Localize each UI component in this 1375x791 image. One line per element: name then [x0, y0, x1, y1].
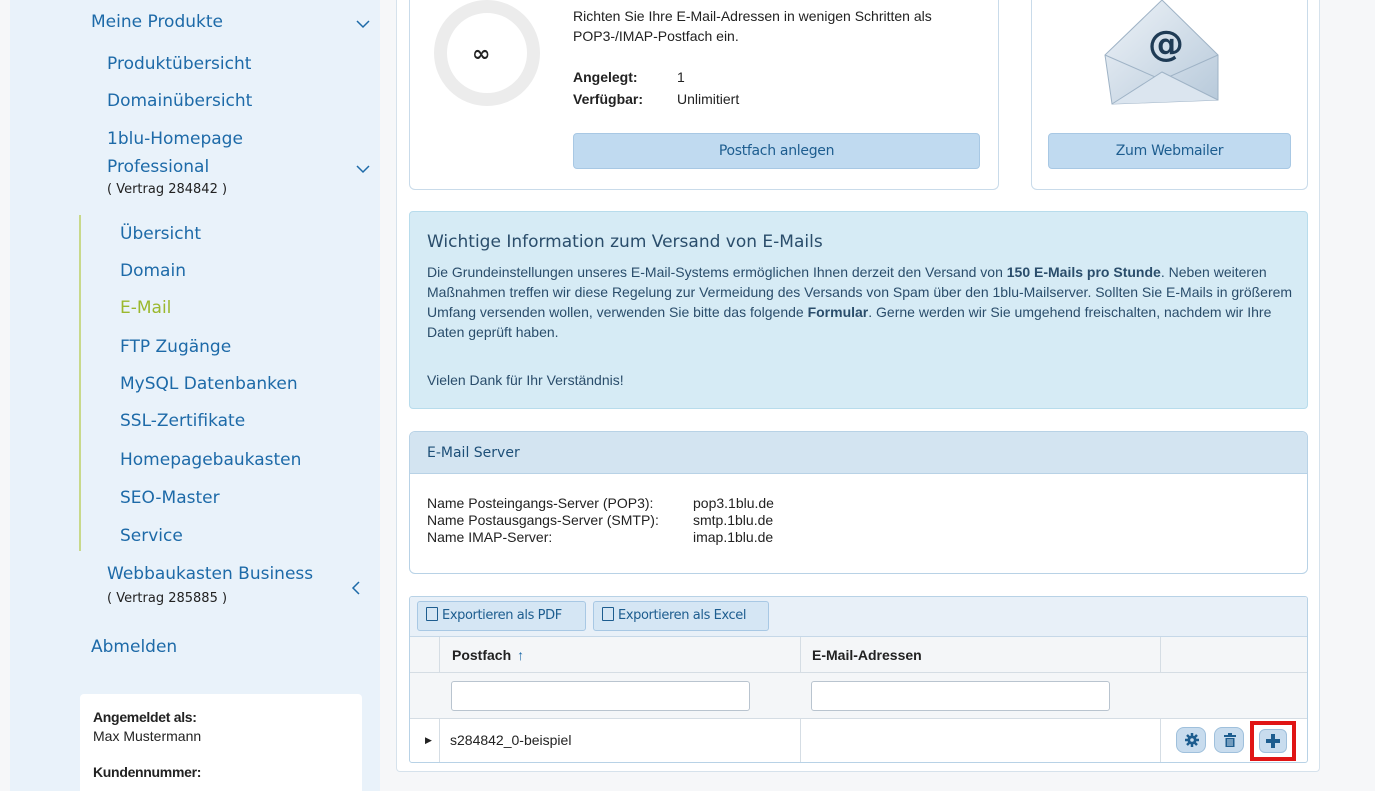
- postfach-grid: Exportieren als PDF Exportieren als Exce…: [409, 596, 1308, 763]
- filter-postfach-input[interactable]: [451, 681, 750, 711]
- imap-label: Name IMAP-Server:: [427, 529, 553, 545]
- expand-row-icon[interactable]: ▶: [425, 735, 432, 746]
- formular-link[interactable]: Formular: [808, 304, 869, 320]
- sidebar-item-homepagebaukasten[interactable]: Homepagebaukasten: [120, 450, 301, 470]
- postfach-description: Richten Sie Ihre E-Mail-Adressen in weni…: [573, 8, 932, 44]
- info-thanks: Vielen Dank für Ihr Verständnis!: [427, 372, 624, 388]
- angelegt-label: Angelegt:: [573, 69, 638, 85]
- sidebar-item-ssl[interactable]: SSL-Zertifikate: [120, 411, 245, 431]
- chevron-left-icon[interactable]: [349, 580, 365, 596]
- nav-homepage-line2[interactable]: Professional: [107, 157, 209, 177]
- sidebar-item-service[interactable]: Service: [120, 526, 183, 546]
- add-button-inner: [1259, 729, 1287, 753]
- nav-domainuebersicht[interactable]: Domainübersicht: [107, 91, 252, 111]
- sidebar-item-domain[interactable]: Domain: [120, 261, 186, 281]
- export-excel-label: Exportieren als Excel: [618, 608, 747, 623]
- smtp-label: Name Postausgangs-Server (SMTP):: [427, 512, 659, 528]
- export-pdf-button[interactable]: Exportieren als PDF: [417, 601, 586, 631]
- pop3-value: pop3.1blu.de: [693, 495, 774, 511]
- nav-homepage-line1[interactable]: 1blu-Homepage: [107, 129, 243, 149]
- sidebar-item-uebersicht[interactable]: Übersicht: [120, 224, 201, 244]
- export-excel-button[interactable]: Exportieren als Excel: [593, 601, 769, 631]
- email-info-box: Wichtige Information zum Versand von E-M…: [409, 211, 1308, 409]
- column-label: Postfach: [452, 647, 512, 663]
- mail-envelope-icon: @: [1104, 0, 1219, 105]
- webmailer-button[interactable]: Zum Webmailer: [1048, 133, 1291, 169]
- subnav-indicator: [79, 215, 81, 551]
- pop3-label: Name Posteingangs-Server (POP3):: [427, 495, 654, 511]
- info-text: Die Grundeinstellungen unseres E-Mail-Sy…: [427, 262, 1297, 342]
- trash-icon: [1224, 733, 1236, 747]
- sidebar-item-email[interactable]: E-Mail: [120, 298, 171, 318]
- imap-value: imap.1blu.de: [693, 529, 774, 545]
- table-row-postfach[interactable]: s284842_0-beispiel: [450, 732, 571, 748]
- excel-file-icon: [602, 607, 614, 621]
- chevron-down-icon[interactable]: [355, 16, 371, 32]
- server-title: E-Mail Server: [427, 445, 520, 461]
- login-label: Angemeldet als:: [93, 709, 197, 725]
- column-header-email[interactable]: E-Mail-Adressen: [812, 647, 922, 663]
- infinity-icon: ∞: [472, 42, 491, 67]
- contract-number: ( Vertrag 284842 ): [107, 182, 228, 197]
- gear-icon: [1185, 733, 1199, 747]
- export-pdf-label: Exportieren als PDF: [442, 608, 562, 623]
- grid-toolbar: Exportieren als PDF Exportieren als Exce…: [410, 597, 1307, 637]
- login-info-box: Angemeldet als: Max Mustermann Kundennum…: [80, 694, 362, 791]
- delete-button[interactable]: [1214, 727, 1244, 753]
- email-server-box: E-Mail Server Name Posteingangs-Server (…: [409, 431, 1308, 574]
- nav-meine-produkte[interactable]: Meine Produkte: [91, 12, 223, 32]
- sort-ascending-icon: ↑: [517, 647, 525, 663]
- nav-produktuebersicht[interactable]: Produktübersicht: [107, 54, 251, 74]
- login-user: Max Mustermann: [93, 728, 202, 744]
- info-text-part: Die Grundeinstellungen unseres E-Mail-Sy…: [427, 264, 1007, 280]
- sidebar-item-ftp[interactable]: FTP Zugänge: [120, 337, 231, 357]
- nav-abmelden[interactable]: Abmelden: [91, 637, 177, 657]
- contract-number: ( Vertrag 285885 ): [107, 591, 228, 606]
- pdf-file-icon: [426, 607, 438, 621]
- column-header-postfach[interactable]: Postfach ↑: [452, 647, 524, 663]
- settings-button[interactable]: [1176, 727, 1206, 753]
- smtp-value: smtp.1blu.de: [693, 512, 774, 528]
- plus-icon: [1266, 734, 1280, 748]
- info-title: Wichtige Information zum Versand von E-M…: [427, 232, 823, 252]
- page-gutter-left: [0, 0, 10, 791]
- chevron-down-icon[interactable]: [355, 161, 371, 177]
- sidebar-item-mysql[interactable]: MySQL Datenbanken: [120, 374, 298, 394]
- postfach-anlegen-button[interactable]: Postfach anlegen: [573, 133, 980, 169]
- sidebar-item-seo[interactable]: SEO-Master: [120, 488, 220, 508]
- verfuegbar-value: Unlimitiert: [677, 91, 740, 107]
- verfuegbar-label: Verfügbar:: [573, 91, 644, 107]
- page-gutter-right: [1340, 0, 1375, 791]
- nav-webbaukasten[interactable]: Webbaukasten Business: [107, 564, 313, 584]
- angelegt-value: 1: [677, 69, 685, 85]
- server-header: E-Mail Server: [410, 432, 1307, 474]
- customer-number-label: Kundennummer:: [93, 764, 202, 780]
- add-button[interactable]: [1250, 721, 1296, 761]
- sidebar: Meine Produkte Produktübersicht Domainüb…: [10, 0, 380, 791]
- filter-email-input[interactable]: [811, 681, 1110, 711]
- info-limit: 150 E-Mails pro Stunde: [1006, 264, 1161, 280]
- svg-text:@: @: [1148, 24, 1184, 65]
